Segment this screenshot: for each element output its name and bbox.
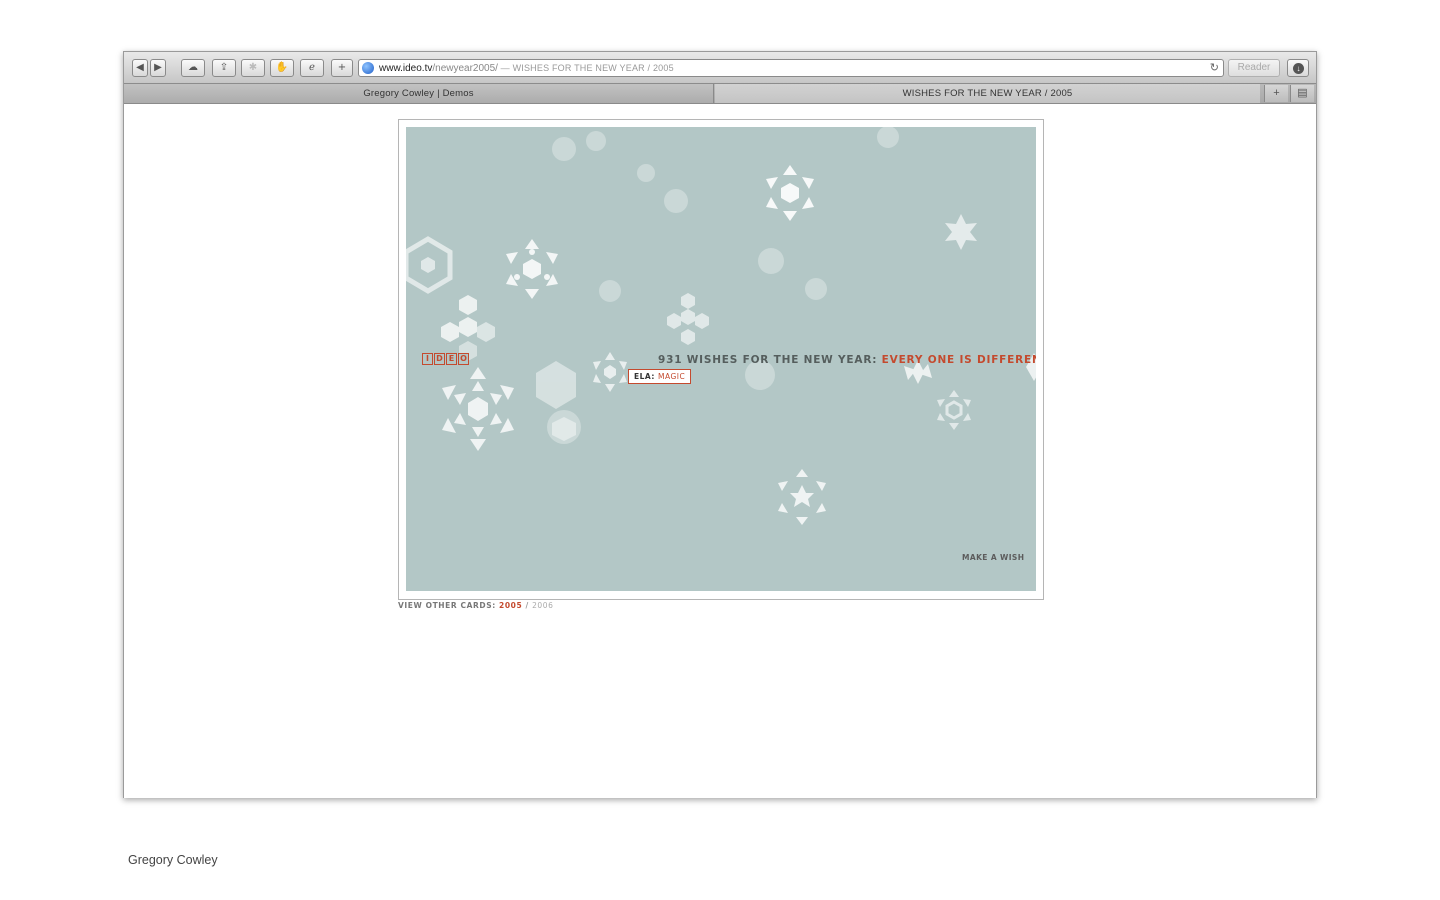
new-year-card[interactable]: I D E O 931 WISHES FOR THE NEW YEAR: EVE… bbox=[406, 127, 1036, 591]
snowflake-icon bbox=[778, 469, 826, 525]
browser-toolbar: ◀ ▶ ☁ ⇪ ✱ ✋ ℯ + www.ideo.tv/newyear2005/… bbox=[124, 52, 1316, 84]
snowflake-icon bbox=[586, 131, 606, 151]
logo-letter: O bbox=[458, 353, 469, 365]
headline-prefix: 931 WISHES FOR THE NEW YEAR: bbox=[658, 354, 882, 366]
snowflake-icon bbox=[758, 248, 784, 274]
author-caption: Gregory Cowley bbox=[128, 853, 218, 867]
snowflake-icon bbox=[667, 293, 709, 345]
snowflake-icon bbox=[442, 367, 514, 451]
snowflake-icon bbox=[406, 236, 453, 294]
ie-icon[interactable]: ℯ bbox=[300, 59, 324, 77]
url-path: /newyear2005/ bbox=[432, 63, 498, 74]
globe-icon bbox=[362, 62, 374, 74]
card-separator: / bbox=[522, 601, 533, 610]
snowflake-icon bbox=[945, 214, 977, 250]
downloads-button[interactable]: ↓ bbox=[1287, 59, 1309, 77]
add-bookmark-button[interactable]: + bbox=[331, 59, 353, 77]
snowflake-icon bbox=[664, 189, 688, 213]
card-link-2005[interactable]: 2005 bbox=[499, 601, 522, 610]
tab-gregory-cowley[interactable]: Gregory Cowley | Demos bbox=[124, 84, 714, 103]
wish-name: ELA: bbox=[634, 372, 658, 381]
url-page-title: — WISHES FOR THE NEW YEAR / 2005 bbox=[497, 63, 674, 73]
wish-word: MAGIC bbox=[657, 372, 686, 381]
tab-overview-icon[interactable]: ▤ bbox=[1290, 85, 1314, 102]
snowflake-icon bbox=[547, 410, 581, 444]
download-arrow-icon: ↓ bbox=[1293, 63, 1304, 74]
snowflake-icon bbox=[552, 137, 576, 161]
other-cards-nav: VIEW OTHER CARDS: 2005 / 2006 bbox=[398, 601, 554, 610]
logo-letter: I bbox=[422, 353, 433, 365]
address-bar[interactable]: www.ideo.tv/newyear2005/ — WISHES FOR TH… bbox=[358, 59, 1224, 77]
snowflake-icon bbox=[593, 352, 627, 392]
snowflake-icon bbox=[937, 390, 971, 430]
browser-window: ◀ ▶ ☁ ⇪ ✱ ✋ ℯ + www.ideo.tv/newyear2005/… bbox=[123, 51, 1317, 798]
logo-letter: D bbox=[434, 353, 445, 365]
reload-icon[interactable]: ↻ bbox=[1210, 60, 1219, 76]
card-frame: I D E O 931 WISHES FOR THE NEW YEAR: EVE… bbox=[398, 119, 1044, 600]
other-cards-label: VIEW OTHER CARDS: bbox=[398, 601, 500, 610]
ideo-logo: I D E O bbox=[422, 353, 469, 365]
page-content: I D E O 931 WISHES FOR THE NEW YEAR: EVE… bbox=[124, 105, 1316, 798]
new-tab-icon[interactable]: + bbox=[1264, 85, 1288, 102]
forward-button[interactable]: ▶ bbox=[150, 59, 166, 77]
snowflake-icon bbox=[877, 127, 899, 148]
snowflake-icon bbox=[766, 165, 814, 221]
headline-highlight: EVERY ONE IS DIFFERENT bbox=[881, 354, 1036, 366]
snowflake-icon bbox=[805, 278, 827, 300]
snowflake-icon bbox=[599, 280, 621, 302]
snowflake-icon bbox=[441, 295, 495, 361]
reader-button[interactable]: Reader bbox=[1228, 59, 1280, 77]
make-a-wish-link[interactable]: MAKE A WISH bbox=[962, 553, 1024, 562]
back-button[interactable]: ◀ bbox=[132, 59, 148, 77]
card-headline: 931 WISHES FOR THE NEW YEAR: EVERY ONE I… bbox=[658, 354, 1036, 366]
snowflake-icon bbox=[637, 164, 655, 182]
snowflake-icon bbox=[506, 239, 558, 299]
logo-letter: E bbox=[446, 353, 457, 365]
share-button[interactable]: ⇪ bbox=[212, 59, 236, 77]
url-host: www.ideo.tv bbox=[379, 63, 433, 74]
card-link-2006[interactable]: 2006 bbox=[532, 601, 554, 610]
icloud-tabs-button[interactable]: ☁ bbox=[181, 59, 205, 77]
tab-wishes[interactable]: WISHES FOR THE NEW YEAR / 2005 bbox=[715, 84, 1260, 103]
tab-bar: Gregory Cowley | Demos WISHES FOR THE NE… bbox=[124, 84, 1316, 104]
wish-tooltip: ELA: MAGIC bbox=[628, 369, 692, 384]
bookmark-hand-icon[interactable]: ✋ bbox=[270, 59, 294, 77]
extension-icon[interactable]: ✱ bbox=[241, 59, 265, 77]
